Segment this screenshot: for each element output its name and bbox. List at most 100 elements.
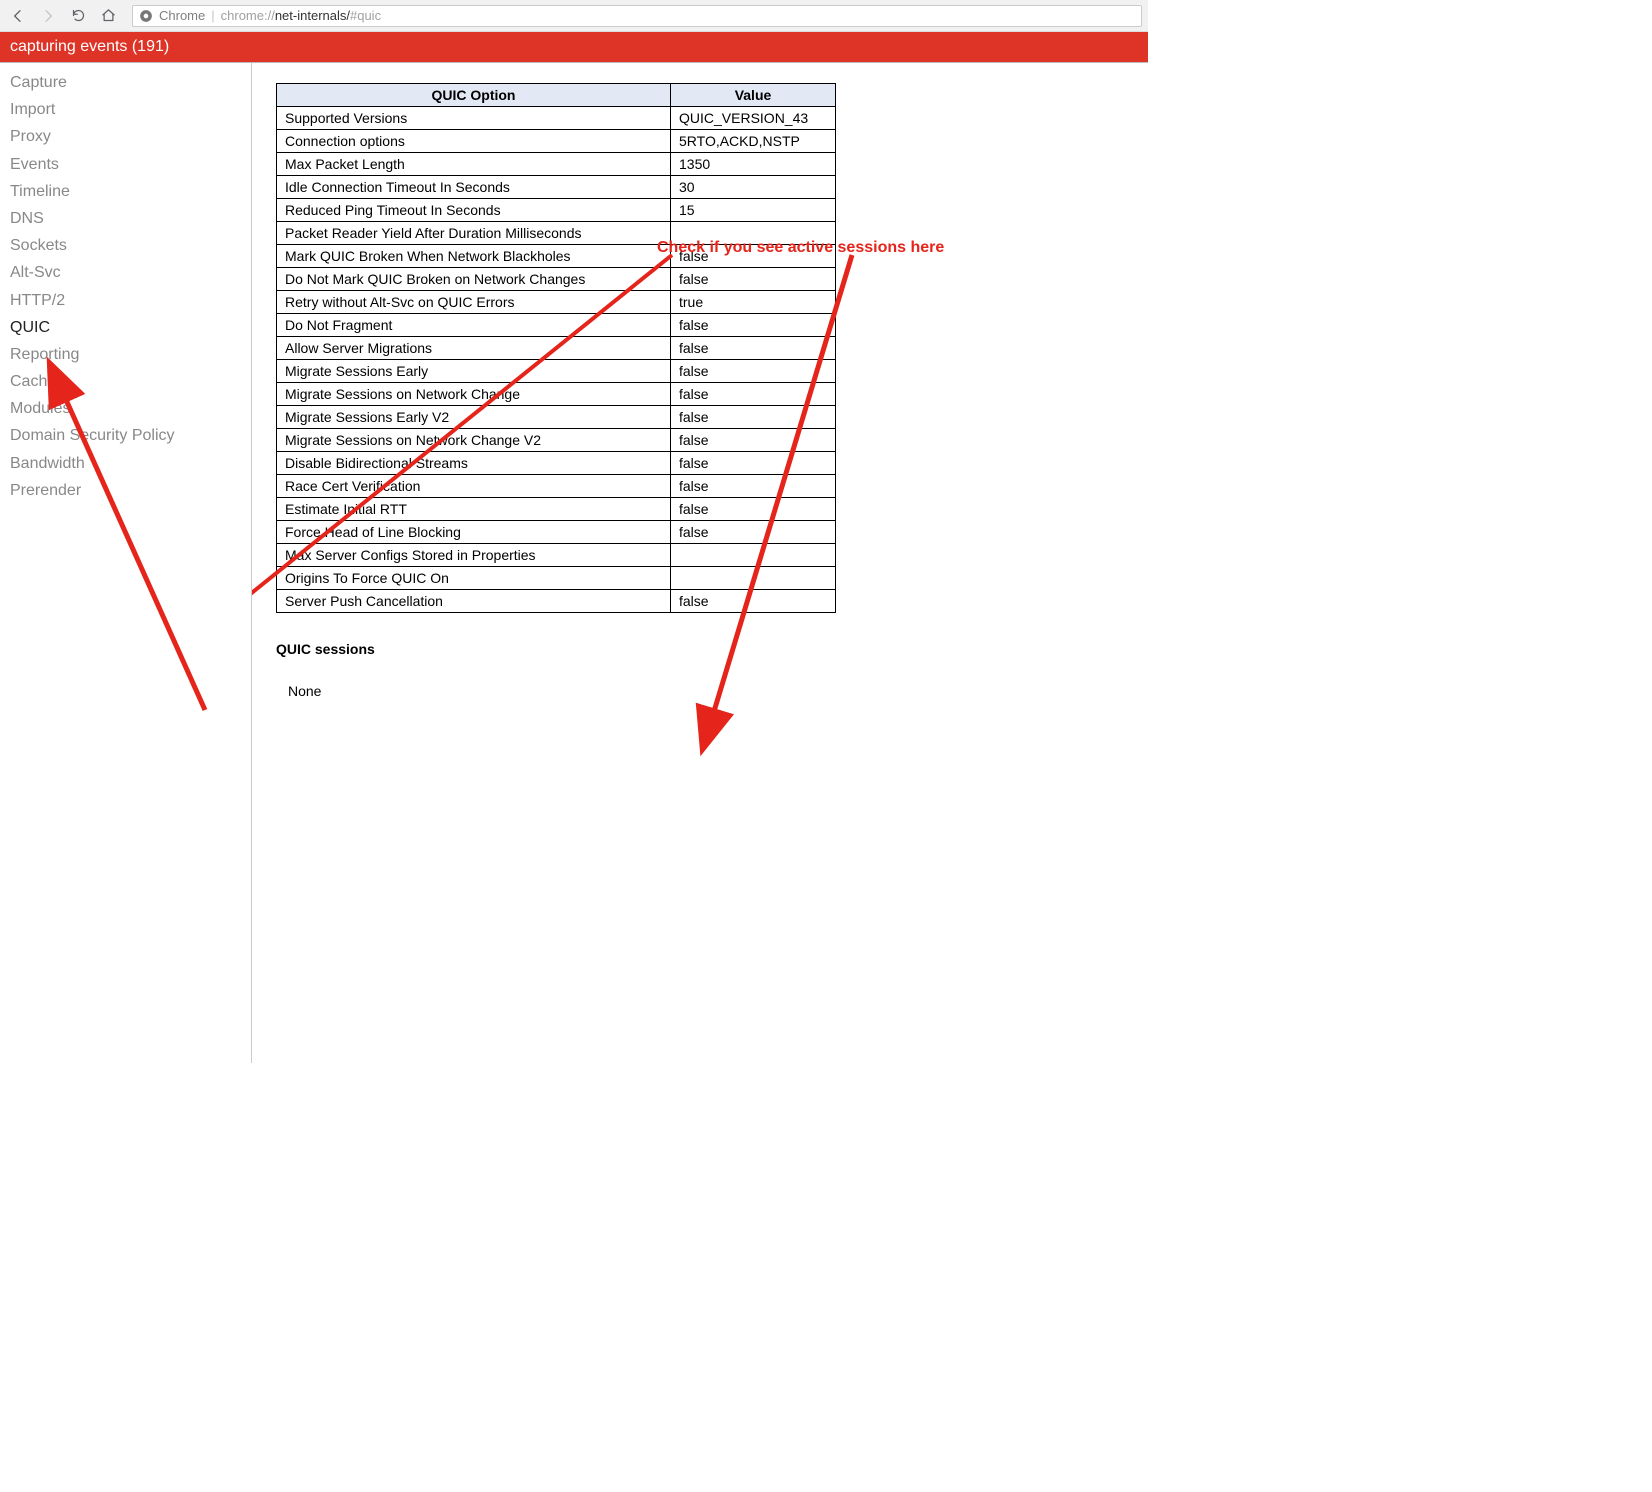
sidebar-item-capture[interactable]: Capture [10, 69, 241, 96]
browser-toolbar: Chrome | chrome://net-internals/#quic [0, 0, 1148, 32]
value-cell: false [671, 590, 836, 613]
table-row: Connection options5RTO,ACKD,NSTP [277, 130, 836, 153]
option-cell: Estimate Initial RTT [277, 498, 671, 521]
url-separator: | [211, 8, 214, 23]
table-row: Retry without Alt-Svc on QUIC Errorstrue [277, 291, 836, 314]
url-scheme: chrome:// [221, 8, 275, 23]
url-path: net-internals/ [275, 8, 350, 23]
table-row: Reduced Ping Timeout In Seconds15 [277, 199, 836, 222]
value-cell: false [671, 475, 836, 498]
forward-button[interactable] [36, 4, 60, 28]
sidebar-item-domain-security-policy[interactable]: Domain Security Policy [10, 422, 241, 449]
value-cell [671, 567, 836, 590]
option-cell: Disable Bidirectional Streams [277, 452, 671, 475]
table-row: Migrate Sessions Early V2false [277, 406, 836, 429]
main-content: QUIC Option Value Supported VersionsQUIC… [252, 63, 1148, 1063]
option-cell: Packet Reader Yield After Duration Milli… [277, 222, 671, 245]
sidebar-item-dns[interactable]: DNS [10, 205, 241, 232]
url-hash: #quic [350, 8, 381, 23]
option-cell: Retry without Alt-Svc on QUIC Errors [277, 291, 671, 314]
table-row: Do Not Mark QUIC Broken on Network Chang… [277, 268, 836, 291]
sidebar-item-import[interactable]: Import [10, 96, 241, 123]
sidebar-item-quic[interactable]: QUIC [10, 314, 241, 341]
value-cell: false [671, 521, 836, 544]
table-row: Origins To Force QUIC On [277, 567, 836, 590]
value-cell: false [671, 406, 836, 429]
value-cell: false [671, 452, 836, 475]
table-row: Packet Reader Yield After Duration Milli… [277, 222, 836, 245]
option-cell: Origins To Force QUIC On [277, 567, 671, 590]
sidebar-item-timeline[interactable]: Timeline [10, 178, 241, 205]
value-cell: QUIC_VERSION_43 [671, 107, 836, 130]
sidebar-item-modules[interactable]: Modules [10, 395, 241, 422]
value-cell: false [671, 337, 836, 360]
table-row: Migrate Sessions on Network Changefalse [277, 383, 836, 406]
table-row: Force Head of Line Blockingfalse [277, 521, 836, 544]
quic-sessions-heading: QUIC sessions [276, 641, 1124, 657]
value-cell: false [671, 245, 836, 268]
value-cell: 5RTO,ACKD,NSTP [671, 130, 836, 153]
sidebar-item-events[interactable]: Events [10, 151, 241, 178]
url-bar[interactable]: Chrome | chrome://net-internals/#quic [132, 5, 1142, 27]
value-cell: true [671, 291, 836, 314]
sidebar: CaptureImportProxyEventsTimelineDNSSocke… [0, 63, 252, 1063]
table-row: Idle Connection Timeout In Seconds30 [277, 176, 836, 199]
sidebar-item-http-2[interactable]: HTTP/2 [10, 287, 241, 314]
option-cell: Migrate Sessions Early [277, 360, 671, 383]
option-cell: Race Cert Verification [277, 475, 671, 498]
reload-button[interactable] [66, 4, 90, 28]
value-cell [671, 544, 836, 567]
table-row: Race Cert Verificationfalse [277, 475, 836, 498]
value-cell: false [671, 429, 836, 452]
capturing-events-header: capturing events (191) [0, 32, 1148, 63]
value-cell: false [671, 314, 836, 337]
value-cell: false [671, 498, 836, 521]
th-value: Value [671, 84, 836, 107]
table-row: Max Server Configs Stored in Properties [277, 544, 836, 567]
sidebar-item-bandwidth[interactable]: Bandwidth [10, 450, 241, 477]
quic-options-table: QUIC Option Value Supported VersionsQUIC… [276, 83, 836, 613]
table-row: Disable Bidirectional Streamsfalse [277, 452, 836, 475]
option-cell: Max Packet Length [277, 153, 671, 176]
table-row: Estimate Initial RTTfalse [277, 498, 836, 521]
table-row: Do Not Fragmentfalse [277, 314, 836, 337]
option-cell: Allow Server Migrations [277, 337, 671, 360]
value-cell: false [671, 268, 836, 291]
value-cell: false [671, 383, 836, 406]
table-row: Migrate Sessions Earlyfalse [277, 360, 836, 383]
sidebar-item-proxy[interactable]: Proxy [10, 123, 241, 150]
sidebar-item-prerender[interactable]: Prerender [10, 477, 241, 504]
table-row: Max Packet Length1350 [277, 153, 836, 176]
back-button[interactable] [6, 4, 30, 28]
value-cell: 15 [671, 199, 836, 222]
option-cell: Migrate Sessions on Network Change V2 [277, 429, 671, 452]
sidebar-item-alt-svc[interactable]: Alt-Svc [10, 259, 241, 286]
value-cell: 30 [671, 176, 836, 199]
table-row: Migrate Sessions on Network Change V2fal… [277, 429, 836, 452]
option-cell: Server Push Cancellation [277, 590, 671, 613]
option-cell: Reduced Ping Timeout In Seconds [277, 199, 671, 222]
table-row: Server Push Cancellationfalse [277, 590, 836, 613]
option-cell: Migrate Sessions on Network Change [277, 383, 671, 406]
th-option: QUIC Option [277, 84, 671, 107]
sidebar-item-cache[interactable]: Cache [10, 368, 241, 395]
option-cell: Supported Versions [277, 107, 671, 130]
table-row: Allow Server Migrationsfalse [277, 337, 836, 360]
option-cell: Do Not Fragment [277, 314, 671, 337]
value-cell [671, 222, 836, 245]
sidebar-item-reporting[interactable]: Reporting [10, 341, 241, 368]
option-cell: Do Not Mark QUIC Broken on Network Chang… [277, 268, 671, 291]
value-cell: 1350 [671, 153, 836, 176]
option-cell: Migrate Sessions Early V2 [277, 406, 671, 429]
value-cell: false [671, 360, 836, 383]
sidebar-item-sockets[interactable]: Sockets [10, 232, 241, 259]
option-cell: Idle Connection Timeout In Seconds [277, 176, 671, 199]
table-row: Supported VersionsQUIC_VERSION_43 [277, 107, 836, 130]
option-cell: Force Head of Line Blocking [277, 521, 671, 544]
option-cell: Mark QUIC Broken When Network Blackholes [277, 245, 671, 268]
quic-sessions-content: None [288, 683, 1124, 699]
chrome-icon [139, 9, 153, 23]
url-browser-label: Chrome [159, 8, 205, 23]
table-row: Mark QUIC Broken When Network Blackholes… [277, 245, 836, 268]
home-button[interactable] [96, 4, 120, 28]
